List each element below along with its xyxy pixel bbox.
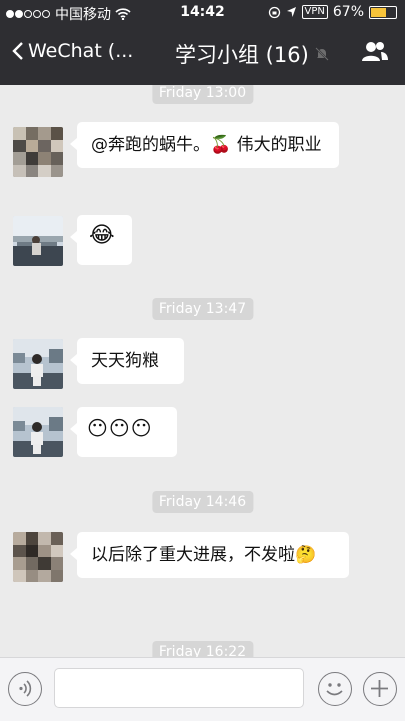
message-bubble[interactable]: 天天狗粮: [70, 338, 184, 384]
message-bubble[interactable]: 😂: [70, 215, 132, 265]
more-button[interactable]: [363, 672, 397, 706]
bell-off-icon: [315, 47, 329, 61]
avatar[interactable]: [13, 339, 63, 389]
vpn-badge: VPN: [301, 5, 328, 19]
nav-bar: WeChat (... 学习小组 (16): [0, 30, 405, 80]
emoji: 😂: [89, 223, 115, 248]
members-button[interactable]: [361, 40, 389, 66]
chat-title-text: 学习小组 (16): [175, 43, 309, 67]
input-bar: [0, 657, 405, 721]
emoji: 😶😶😶: [87, 416, 153, 440]
chat-title: 学习小组 (16): [175, 39, 329, 69]
top-bar: 中国移动 14:42 VPN 67% WeChat (... 学习小组 (16): [0, 0, 405, 85]
avatar[interactable]: [13, 127, 63, 177]
voice-icon: [19, 680, 32, 697]
chevron-left-icon: [12, 42, 23, 60]
avatar[interactable]: [13, 407, 63, 457]
message-bubble[interactable]: @奔跑的蜗牛。🍒 伟大的职业: [70, 122, 339, 168]
location-icon: [286, 7, 296, 17]
timestamp: Friday 14:46: [151, 491, 254, 513]
back-label: WeChat (...: [28, 40, 134, 62]
message-bubble[interactable]: 😶😶😶: [70, 407, 177, 457]
smile-icon: [326, 683, 343, 696]
timestamp: Friday 16:22: [151, 641, 254, 657]
message-bubble[interactable]: 以后除了重大进展，不发啦🤔: [70, 532, 349, 578]
back-button[interactable]: WeChat (...: [12, 40, 133, 62]
timestamp: Friday 13:47: [151, 298, 254, 320]
battery-percent: 67%: [332, 4, 364, 20]
emoji-button[interactable]: [318, 672, 352, 706]
status-bar: 中国移动 14:42 VPN 67%: [0, 0, 405, 26]
chat-area[interactable]: Friday 13:00 @奔跑的蜗牛。🍒 伟大的职业 😂 Friday 13:…: [0, 85, 405, 657]
plus-icon: [371, 680, 388, 697]
rotation-lock-icon: [268, 6, 280, 18]
message-input[interactable]: [54, 668, 304, 708]
timestamp: Friday 13:00: [151, 85, 254, 104]
battery-icon: [369, 5, 397, 19]
voice-button[interactable]: [8, 672, 42, 706]
avatar[interactable]: [13, 532, 63, 582]
people-icon: [362, 42, 388, 61]
avatar[interactable]: [13, 216, 63, 266]
